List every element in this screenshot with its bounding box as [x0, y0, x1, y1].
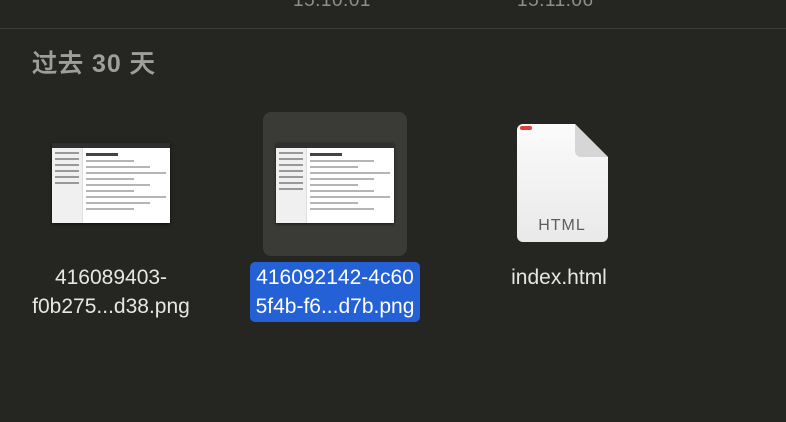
file-thumbnail[interactable]: HTML	[487, 112, 631, 256]
finder-gallery: 15:10:01 15:11:06 过去 30 天 416089403- f0b…	[0, 0, 786, 422]
image-thumbnail-icon	[276, 143, 394, 223]
file-name[interactable]: 416089403- f0b275...d38.png	[0, 262, 231, 322]
file-name[interactable]: 416092142-4c60 5f4b-f6...d7b.png	[215, 262, 455, 322]
file-thumbnail[interactable]	[263, 112, 407, 256]
section-title: 过去 30 天	[32, 50, 156, 78]
file-date-label: 15:10:01	[293, 0, 371, 11]
file-date-label: 15:11:06	[517, 0, 594, 11]
file-name[interactable]: index.html	[439, 262, 679, 293]
file-thumbnail[interactable]	[39, 112, 183, 256]
section-divider	[0, 28, 786, 29]
image-thumbnail-icon	[52, 143, 170, 223]
file-type-badge: HTML	[538, 217, 586, 234]
